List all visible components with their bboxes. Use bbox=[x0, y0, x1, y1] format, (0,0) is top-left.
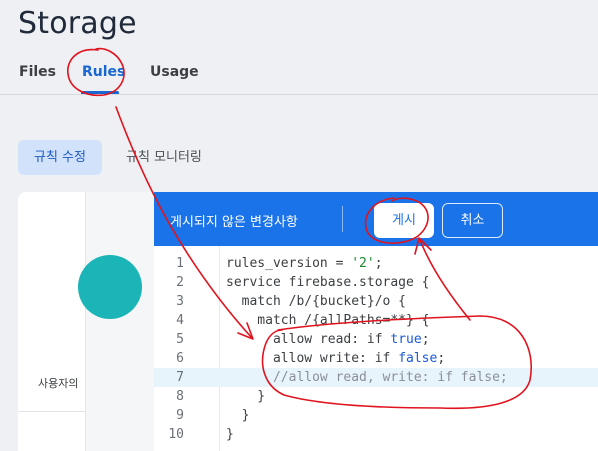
unpublished-changes-message: 게시되지 않은 변경사항 bbox=[170, 215, 298, 230]
line-number: 2 bbox=[176, 275, 184, 290]
line-number: 10 bbox=[168, 427, 184, 442]
line-number: 8 bbox=[176, 389, 184, 404]
code-line[interactable]: 5 allow read: if true; bbox=[154, 330, 598, 349]
code-text: } bbox=[226, 389, 266, 404]
cancel-button[interactable]: 취소 bbox=[442, 203, 503, 238]
line-number: 5 bbox=[176, 332, 184, 347]
bar-divider bbox=[342, 206, 343, 232]
line-number: 1 bbox=[176, 256, 184, 271]
code-line[interactable]: 10} bbox=[154, 425, 598, 444]
rules-history-panel bbox=[86, 192, 154, 451]
code-text: allow write: if false; bbox=[226, 351, 446, 366]
tab-usage[interactable]: Usage bbox=[150, 64, 199, 80]
publish-button[interactable]: 게시 bbox=[374, 203, 434, 238]
code-text: } bbox=[226, 408, 250, 423]
code-line[interactable]: 8 } bbox=[154, 387, 598, 406]
tabs-divider bbox=[0, 94, 598, 95]
code-text: rules_version = '2'; bbox=[226, 256, 383, 271]
code-text: service firebase.storage { bbox=[226, 275, 430, 290]
line-number: 4 bbox=[176, 313, 184, 328]
page-title: Storage bbox=[18, 6, 137, 41]
code-text: allow read: if true; bbox=[226, 332, 430, 347]
code-line[interactable]: 2 service firebase.storage { bbox=[154, 273, 598, 292]
rules-code-editor[interactable]: 1 rules_version = '2'; 2 service firebase.s… bbox=[154, 246, 598, 451]
code-text: match /b/{bucket}/o { bbox=[226, 294, 407, 309]
line-number: 7 bbox=[176, 370, 184, 385]
monitor-rules-chip[interactable]: 규칙 모니터링 bbox=[110, 140, 218, 175]
code-line[interactable]: 6 allow write: if false; bbox=[154, 349, 598, 368]
edit-rules-chip[interactable]: 규칙 수정 bbox=[18, 140, 102, 175]
side-panel-label: 사용자의 bbox=[38, 377, 79, 390]
tab-rules[interactable]: Rules bbox=[82, 64, 125, 80]
tab-files[interactable]: Files bbox=[19, 64, 56, 80]
illustration-circle bbox=[78, 255, 142, 319]
code-line[interactable]: 9 } bbox=[154, 406, 598, 425]
line-number: 9 bbox=[176, 408, 184, 423]
code-text: //allow read, write: if false; bbox=[226, 370, 508, 385]
code-line[interactable]: 7 //allow read, write: if false; bbox=[154, 368, 598, 387]
code-line[interactable]: 4 match /{allPaths=**} { bbox=[154, 311, 598, 330]
side-panel-divider bbox=[18, 411, 86, 412]
code-line[interactable]: 3 match /b/{bucket}/o { bbox=[154, 292, 598, 311]
code-text: match /{allPaths=**} { bbox=[226, 313, 430, 328]
unpublished-changes-bar: 게시되지 않은 변경사항 게시 취소 bbox=[154, 192, 598, 246]
line-number: 6 bbox=[176, 351, 184, 366]
code-text: } bbox=[226, 427, 234, 442]
line-number: 3 bbox=[176, 294, 184, 309]
rules-side-panel bbox=[18, 192, 86, 451]
tab-bar: Files Rules Usage bbox=[0, 60, 598, 94]
code-line[interactable]: 1 rules_version = '2'; bbox=[154, 254, 598, 273]
